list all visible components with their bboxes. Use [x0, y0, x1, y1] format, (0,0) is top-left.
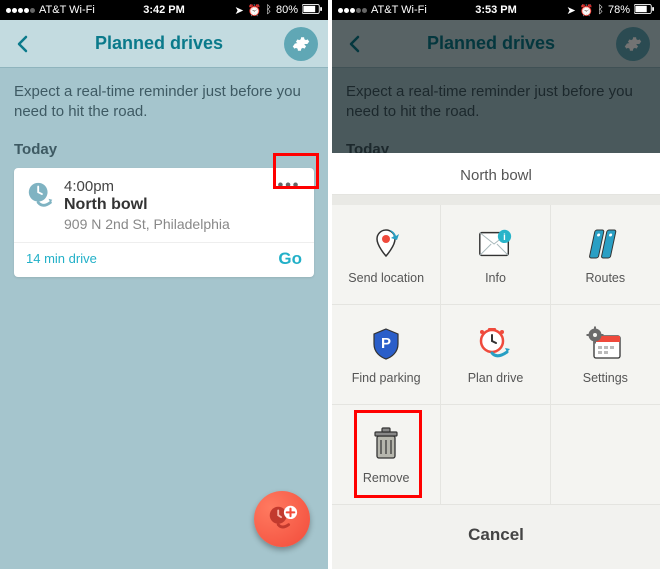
action-routes[interactable]: Routes [551, 205, 660, 305]
status-left: AT&T Wi-Fi [6, 4, 95, 16]
phone-left: AT&T Wi-Fi 3:42 PM ➤ ⏰ ᛒ 80% Planned dri… [0, 0, 328, 569]
status-time: 3:53 PM [475, 4, 517, 16]
carrier-label: AT&T Wi-Fi [371, 4, 427, 16]
drive-card[interactable]: 4:00pm North bowl 909 N 2nd St, Philadel… [14, 168, 314, 277]
more-button[interactable]: ••• [272, 174, 306, 198]
drive-title: North bowl [64, 196, 302, 214]
header: Planned drives [0, 20, 328, 68]
action-settings[interactable]: Settings [551, 305, 660, 405]
action-info[interactable]: i Info [441, 205, 550, 305]
bluetooth-icon: ᛒ [265, 4, 272, 16]
signal-dots-icon [338, 8, 367, 13]
action-label: Settings [583, 371, 628, 385]
action-label: Find parking [352, 371, 421, 385]
status-right: ➤ ⏰ ᛒ 80% [234, 4, 322, 17]
send-location-icon [367, 225, 405, 263]
carrier-label: AT&T Wi-Fi [39, 4, 95, 16]
section-today: Today [14, 141, 314, 158]
drive-address: 909 N 2nd St, Philadelphia [64, 216, 302, 232]
status-time: 3:42 PM [143, 4, 185, 16]
action-find-parking[interactable]: P Find parking [332, 305, 441, 405]
drive-time: 4:00pm [64, 178, 302, 195]
divider [332, 195, 660, 205]
action-remove[interactable]: Remove [332, 405, 441, 505]
settings-button[interactable] [284, 27, 318, 61]
subtitle: Expect a real-time reminder just before … [14, 82, 314, 123]
settings-calendar-icon [586, 325, 624, 363]
status-right: ➤ ⏰ ᛒ 78% [566, 4, 654, 17]
location-icon: ➤ [234, 4, 243, 17]
status-bar: AT&T Wi-Fi 3:42 PM ➤ ⏰ ᛒ 80% [0, 0, 328, 20]
alarm-icon: ⏰ [580, 4, 594, 17]
go-button[interactable]: Go [278, 249, 302, 269]
svg-text:P: P [381, 335, 391, 352]
action-plan-drive[interactable]: Plan drive [441, 305, 550, 405]
empty-cell [441, 405, 550, 505]
battery-icon [302, 4, 322, 17]
action-label: Plan drive [468, 371, 524, 385]
bluetooth-icon: ᛒ [597, 4, 604, 16]
battery-pct: 78% [608, 4, 630, 16]
action-send-location[interactable]: Send location [332, 205, 441, 305]
clock-drive-icon [26, 180, 56, 210]
empty-cell [551, 405, 660, 505]
signal-dots-icon [6, 8, 35, 13]
action-label: Send location [348, 271, 424, 285]
location-icon: ➤ [566, 4, 575, 17]
status-left: AT&T Wi-Fi [338, 4, 427, 16]
plan-drive-icon [476, 325, 514, 363]
divider [14, 242, 314, 243]
back-button[interactable] [10, 32, 34, 56]
battery-pct: 80% [276, 4, 298, 16]
info-icon: i [476, 225, 514, 263]
page-title: Planned drives [95, 33, 223, 54]
action-sheet: North bowl Send location i Info Routes [332, 153, 660, 569]
parking-icon: P [367, 325, 405, 363]
battery-icon [634, 4, 654, 17]
phone-right: AT&T Wi-Fi 3:53 PM ➤ ⏰ ᛒ 78% Planned dri… [332, 0, 660, 569]
action-label: Remove [363, 471, 410, 485]
action-label: Routes [586, 271, 626, 285]
alarm-icon: ⏰ [248, 4, 262, 17]
action-label: Info [485, 271, 506, 285]
trash-icon [367, 425, 405, 463]
cancel-button[interactable]: Cancel [332, 505, 660, 569]
add-planned-drive-icon [265, 502, 299, 536]
svg-text:i: i [504, 232, 507, 243]
routes-icon [586, 225, 624, 263]
add-planned-drive-button[interactable] [254, 491, 310, 547]
sheet-title: North bowl [332, 153, 660, 195]
status-bar: AT&T Wi-Fi 3:53 PM ➤ ⏰ ᛒ 78% [332, 0, 660, 20]
content: Expect a real-time reminder just before … [0, 68, 328, 291]
more-icon: ••• [278, 177, 301, 195]
drive-eta: 14 min drive [26, 251, 97, 266]
gear-icon [292, 35, 310, 53]
action-grid: Send location i Info Routes P Find parki… [332, 205, 660, 505]
